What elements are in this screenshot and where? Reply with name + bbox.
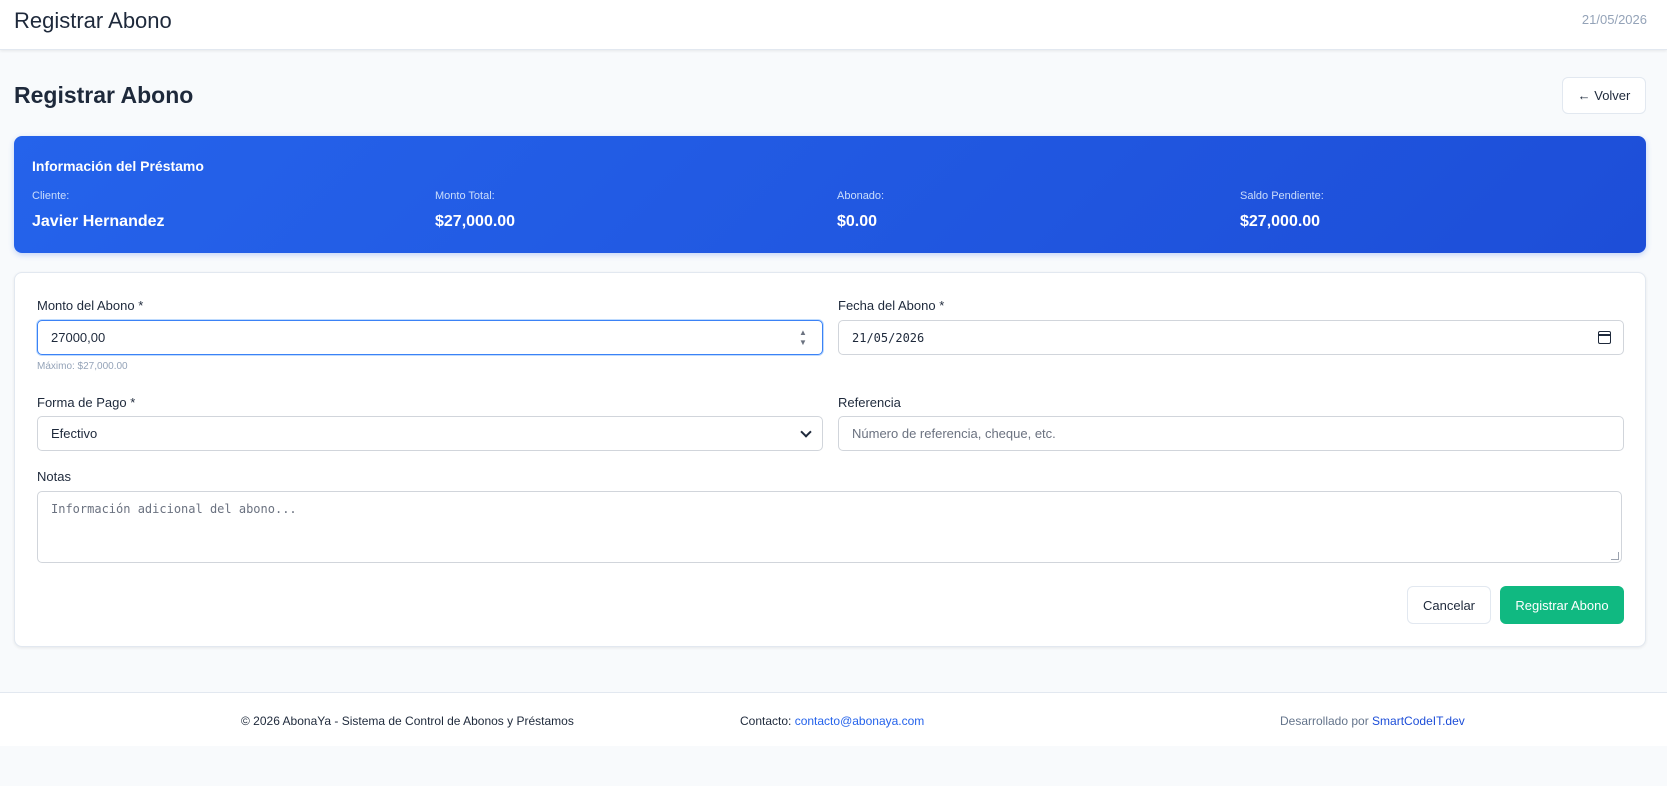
paid-label: Abonado:: [837, 190, 885, 202]
notes-label: Notas: [37, 469, 71, 484]
header-date: 21/05/2026: [1581, 12, 1647, 27]
date-input[interactable]: 21/05/2026: [838, 320, 1624, 355]
date-label: Fecha del Abono *: [838, 298, 945, 313]
amount-value: 27000,00: [51, 330, 106, 345]
client-label: Cliente:: [32, 190, 70, 202]
client-value: Javier Hernandez: [32, 213, 165, 230]
total-label: Monto Total:: [435, 190, 495, 202]
total-value: $27,000.00: [435, 213, 516, 230]
resize-handle-icon[interactable]: [1611, 552, 1619, 560]
reference-label: Referencia: [838, 395, 901, 410]
back-button[interactable]: ← Volver: [1562, 77, 1646, 114]
loan-paid: Abonado: $0.00: [837, 190, 884, 231]
number-spinner-icon[interactable]: ▲ ▼: [798, 329, 808, 347]
loan-info-card: Información del Préstamo Cliente: Javier…: [14, 136, 1646, 253]
amount-hint: Máximo: $27,000.00: [37, 361, 128, 372]
footer-developer: Desarrollado por SmartCodeIT.dev: [1280, 714, 1465, 728]
top-bar: Registrar Abono 21/05/2026: [0, 0, 1667, 50]
balance-label: Saldo Pendiente:: [1240, 190, 1324, 202]
reference-input[interactable]: Número de referencia, cheque, etc.: [838, 416, 1624, 451]
balance-value: $27,000.00: [1240, 213, 1321, 230]
page-title: Registrar Abono: [14, 82, 194, 108]
amount-input[interactable]: 27000,00 ▲ ▼: [37, 320, 823, 355]
loan-total: Monto Total: $27,000.00: [435, 190, 515, 231]
payment-method-label: Forma de Pago *: [37, 395, 136, 410]
amount-label: Monto del Abono *: [37, 298, 144, 313]
contact-email-link[interactable]: contacto@abonaya.com: [795, 714, 925, 728]
loan-info-title: Información del Préstamo: [32, 158, 204, 174]
chevron-down-icon: [800, 426, 812, 438]
loan-client: Cliente: Javier Hernandez: [32, 190, 165, 231]
payment-method-value: Efectivo: [51, 426, 98, 441]
app-header-title: Registrar Abono: [14, 8, 172, 33]
loan-balance: Saldo Pendiente: $27,000.00: [1240, 190, 1324, 231]
date-value: 21/05/2026: [852, 330, 925, 345]
calendar-icon[interactable]: [1598, 331, 1611, 344]
paid-value: $0.00: [837, 213, 878, 230]
payment-form: Monto del Abono * 27000,00 ▲ ▼ Máximo: $2…: [14, 272, 1646, 647]
developer-link[interactable]: SmartCodeIT.dev: [1372, 714, 1465, 728]
footer-contact: Contacto: contacto@abonaya.com: [740, 714, 924, 728]
notes-textarea[interactable]: Información adicional del abono...: [37, 491, 1622, 563]
footer: © 2026 AbonaYa - Sistema de Control de A…: [0, 692, 1667, 746]
developed-label: Desarrollado por: [1280, 714, 1373, 728]
contact-label: Contacto:: [740, 714, 795, 728]
payment-method-select[interactable]: Efectivo: [37, 416, 823, 451]
cancel-button[interactable]: Cancelar: [1407, 586, 1491, 624]
submit-payment-button[interactable]: Registrar Abono: [1500, 586, 1624, 624]
notes-placeholder: Información adicional del abono...: [51, 502, 297, 516]
footer-copyright: © 2026 AbonaYa - Sistema de Control de A…: [241, 714, 574, 728]
reference-placeholder: Número de referencia, cheque, etc.: [852, 426, 1056, 441]
